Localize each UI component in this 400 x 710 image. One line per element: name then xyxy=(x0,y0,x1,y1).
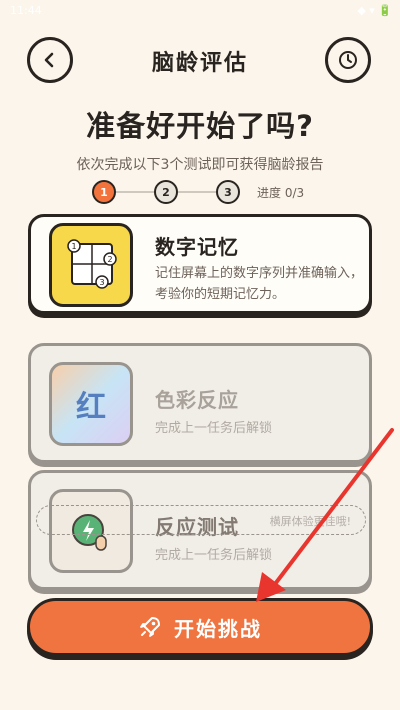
test-card-number-memory[interactable]: 1 2 3 数字记忆 记住屏幕上的数字序列并准确输入，考验你的短期记忆力。 xyxy=(28,214,372,314)
step-connector xyxy=(116,191,154,193)
step-indicator: 1 2 3 进度 0/3 xyxy=(92,180,332,204)
color-word-icon: 红 xyxy=(49,362,133,446)
status-time: 11:44 xyxy=(10,4,42,17)
start-button-label: 开始挑战 xyxy=(174,616,262,641)
progress-text: 进度 0/3 xyxy=(257,186,305,200)
step-2: 2 xyxy=(154,180,178,204)
test-name: 数字记忆 xyxy=(155,235,239,259)
test-name: 色彩反应 xyxy=(155,388,239,412)
step-1: 1 xyxy=(92,180,116,204)
svg-text:2: 2 xyxy=(107,255,112,264)
start-challenge-button[interactable]: 开始挑战 xyxy=(27,598,373,656)
status-bar: 11:44 ◆ ▾ 🔋 xyxy=(0,0,400,24)
svg-text:1: 1 xyxy=(71,242,76,251)
clock-icon xyxy=(339,51,357,69)
test-description: 记住屏幕上的数字序列并准确输入，考验你的短期记忆力。 xyxy=(155,266,364,302)
test-card-color-reaction[interactable]: 红 色彩反应 完成上一任务后解锁 xyxy=(28,343,372,463)
step-connector xyxy=(178,191,216,193)
svg-text:3: 3 xyxy=(99,278,104,287)
subtitle: 依次完成以下3个测试即可获得脑龄报告 xyxy=(76,157,324,173)
test-description: 完成上一任务后解锁 xyxy=(155,421,273,436)
number-grid-icon: 1 2 3 xyxy=(49,223,133,307)
test-description: 完成上一任务后解锁 xyxy=(155,548,273,563)
status-icons: ◆ ▾ 🔋 xyxy=(357,4,392,17)
rocket-icon xyxy=(138,615,162,639)
color-word-char: 红 xyxy=(76,390,106,425)
step-3: 3 xyxy=(216,180,240,204)
history-button[interactable] xyxy=(325,37,371,83)
landscape-hint: 横屏体验更佳哦! xyxy=(36,505,366,535)
headline: 准备好开始了吗? xyxy=(86,109,314,143)
